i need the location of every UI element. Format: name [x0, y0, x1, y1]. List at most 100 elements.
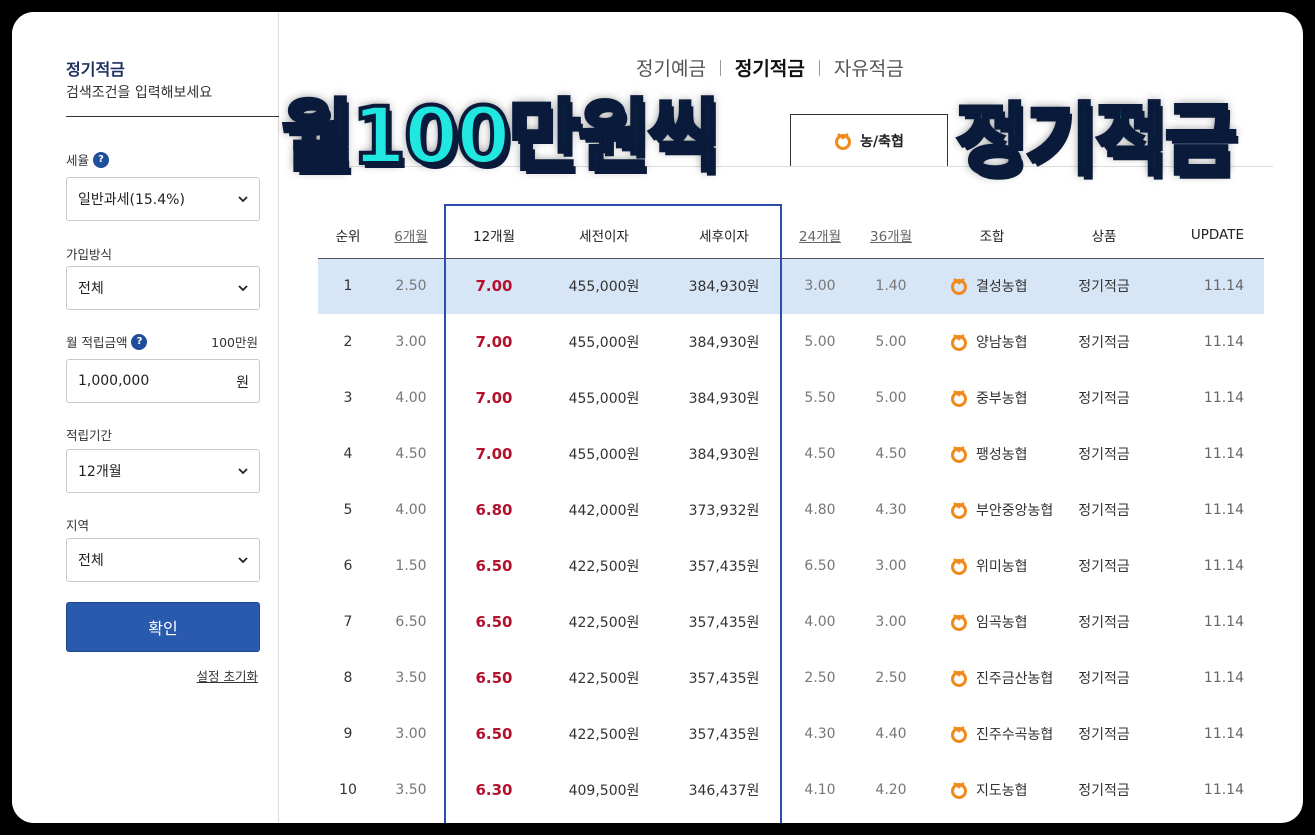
table-row[interactable]: 2 3.00 7.00 455,000원 384,930원 5.00 5.00 양남농협 정기적…: [318, 314, 1264, 370]
rates-table: 순위 6개월 12개월 세전이자 세후이자 24개월 36개월 조합 상품 UP…: [318, 212, 1264, 818]
union-name: 지도농협: [976, 783, 1028, 799]
union-cell[interactable]: 임곡농협: [926, 594, 1058, 650]
table-row[interactable]: 7 6.50 6.50 422,500원 357,435원 4.00 3.00 임곡농협 정기적…: [318, 594, 1264, 650]
union-cell[interactable]: 진주금산농협: [926, 650, 1058, 706]
period-select[interactable]: 12개월: [66, 449, 260, 493]
table-cell: 7.00: [475, 333, 513, 351]
col-union: 조합: [926, 212, 1058, 259]
table-cell: 4.00: [804, 614, 836, 630]
table-row[interactable]: 4 4.50 7.00 455,000원 384,930원 4.50 4.50 팽성농협 정기적…: [318, 426, 1264, 482]
union-cell[interactable]: 양남농협: [926, 314, 1058, 370]
table-cell: 정기적금: [1078, 559, 1130, 575]
union-cell[interactable]: 팽성농협: [926, 426, 1058, 482]
table-cell: 422,500원: [568, 559, 640, 575]
union-name: 양남농협: [976, 335, 1028, 351]
table-row[interactable]: 9 3.00 6.50 422,500원 357,435원 4.30 4.40 진주수곡농협 정…: [318, 706, 1264, 762]
union-cell[interactable]: 위미농협: [926, 538, 1058, 594]
table-cell: 5: [343, 502, 353, 518]
help-icon[interactable]: ?: [93, 151, 110, 168]
table-cell: 11.14: [1203, 502, 1244, 518]
union-cell-wrap: 부안중앙농협: [926, 500, 1058, 520]
table-cell: 4.20: [875, 782, 907, 798]
union-name: 중부농협: [976, 391, 1028, 407]
table-cell: 정기적금: [1078, 391, 1130, 407]
union-cell-wrap: 중부농협: [926, 388, 1058, 408]
union-cell[interactable]: 결성농협: [926, 258, 1058, 314]
table-cell: 3: [343, 390, 353, 406]
tab-deposit[interactable]: 정기예금: [636, 54, 706, 81]
tax-select-value: 일반과세(15.4%): [78, 192, 185, 208]
tab-separator: [818, 59, 820, 76]
medal-icon: [951, 782, 967, 799]
table-cell: 422,500원: [568, 615, 640, 631]
table-row[interactable]: 3 4.00 7.00 455,000원 384,930원 5.50 5.00 중부농협 정기적…: [318, 370, 1264, 426]
col-24m[interactable]: 24개월: [784, 212, 856, 259]
table-cell: 4.30: [875, 502, 907, 518]
table-cell: 6.30: [475, 781, 513, 799]
union-cell[interactable]: 부안중앙농협: [926, 482, 1058, 538]
chevron-down-icon: [238, 196, 248, 203]
table-cell: 6.50: [475, 557, 513, 575]
col-update: UPDATE: [1150, 212, 1264, 259]
col-36m[interactable]: 36개월: [856, 212, 926, 259]
tab-nonghyup[interactable]: 농/축협: [790, 114, 948, 166]
col-product: 상품: [1058, 212, 1150, 259]
table-cell: 2.50: [378, 258, 444, 314]
table-header-row: 순위 6개월 12개월 세전이자 세후이자 24개월 36개월 조합 상품 UP…: [318, 212, 1264, 259]
table-cell: 442,000원: [568, 503, 640, 519]
tab-installment[interactable]: 정기적금: [735, 54, 805, 81]
reset-settings-link[interactable]: 설정 초기화: [197, 666, 258, 685]
table-cell: 384,930원: [688, 447, 760, 463]
table-cell: 5.00: [804, 334, 836, 350]
table-cell: 5.00: [875, 334, 907, 350]
chevron-down-icon: [238, 468, 248, 475]
col-pretax: 세전이자: [544, 212, 664, 259]
union-cell[interactable]: 지도농협: [926, 762, 1058, 818]
table-cell: 6: [343, 558, 353, 574]
table-cell: 정기적금: [1078, 447, 1130, 463]
table-cell: 3.00: [395, 334, 427, 350]
table-cell: 422,500원: [568, 671, 640, 687]
table-row[interactable]: 8 3.50 6.50 422,500원 357,435원 2.50 2.50 진주금산농협 정…: [318, 650, 1264, 706]
union-name: 진주수곡농협: [976, 727, 1054, 743]
table-row[interactable]: 6 1.50 6.50 422,500원 357,435원 6.50 3.00 위미농협 정기적…: [318, 538, 1264, 594]
table-row[interactable]: 1 2.50 7.00 455,000원 384,930원 3.00 1.40 결성농협 정기적…: [318, 258, 1264, 314]
table-cell: 11.14: [1203, 446, 1244, 462]
tax-label-text: 세율: [66, 153, 90, 168]
table-cell: 11.14: [1203, 558, 1244, 574]
join-label: 가입방식: [66, 244, 112, 263]
col-6m[interactable]: 6개월: [378, 212, 444, 259]
table-cell: 4.50: [875, 446, 907, 462]
table-cell: 384,930원: [664, 258, 784, 314]
amount-label: 월 적립금액 ?: [66, 332, 148, 351]
table-row[interactable]: 10 3.50 6.30 409,500원 346,437원 4.10 4.20 지도농협 정기…: [318, 762, 1264, 818]
period-select-value: 12개월: [78, 464, 122, 480]
rates-body: 1 2.50 7.00 455,000원 384,930원 3.00 1.40 결성농협 정기적…: [318, 258, 1264, 818]
tab-separator: [719, 59, 721, 76]
union-cell-wrap: 진주금산농협: [926, 668, 1058, 688]
table-cell: 4.00: [395, 390, 427, 406]
medal-icon: [951, 446, 967, 463]
union-cell[interactable]: 중부농협: [926, 370, 1058, 426]
table-cell: 2.50: [875, 670, 907, 686]
monthly-amount-input[interactable]: 1,000,000 원: [66, 359, 260, 403]
table-cell: 7.00: [475, 445, 513, 463]
medal-icon: [951, 614, 967, 631]
table-row[interactable]: 5 4.00 6.80 442,000원 373,932원 4.80 4.30 부안중앙농협 정…: [318, 482, 1264, 538]
join-method-select[interactable]: 전체: [66, 266, 260, 310]
region-select[interactable]: 전체: [66, 538, 260, 582]
help-icon[interactable]: ?: [131, 333, 148, 350]
confirm-button[interactable]: 확인: [66, 602, 260, 652]
overlay-text-left: 월100만원씩: [280, 92, 722, 182]
main-content: 정기예금 정기적금 자유적금 농/축협 순위 6개월 12개월 세전이자 세후이…: [280, 12, 1303, 823]
table-cell: 4.30: [804, 726, 836, 742]
table-cell: 11.14: [1203, 390, 1244, 406]
sidebar-divider: [66, 116, 279, 117]
table-cell: 정기적금: [1078, 615, 1130, 631]
chevron-down-icon: [238, 285, 248, 292]
tab-free-installment[interactable]: 자유적금: [834, 54, 904, 81]
medal-icon: [951, 726, 967, 743]
table-cell: 357,435원: [688, 559, 760, 575]
union-cell[interactable]: 진주수곡농협: [926, 706, 1058, 762]
tax-select[interactable]: 일반과세(15.4%): [66, 177, 260, 221]
